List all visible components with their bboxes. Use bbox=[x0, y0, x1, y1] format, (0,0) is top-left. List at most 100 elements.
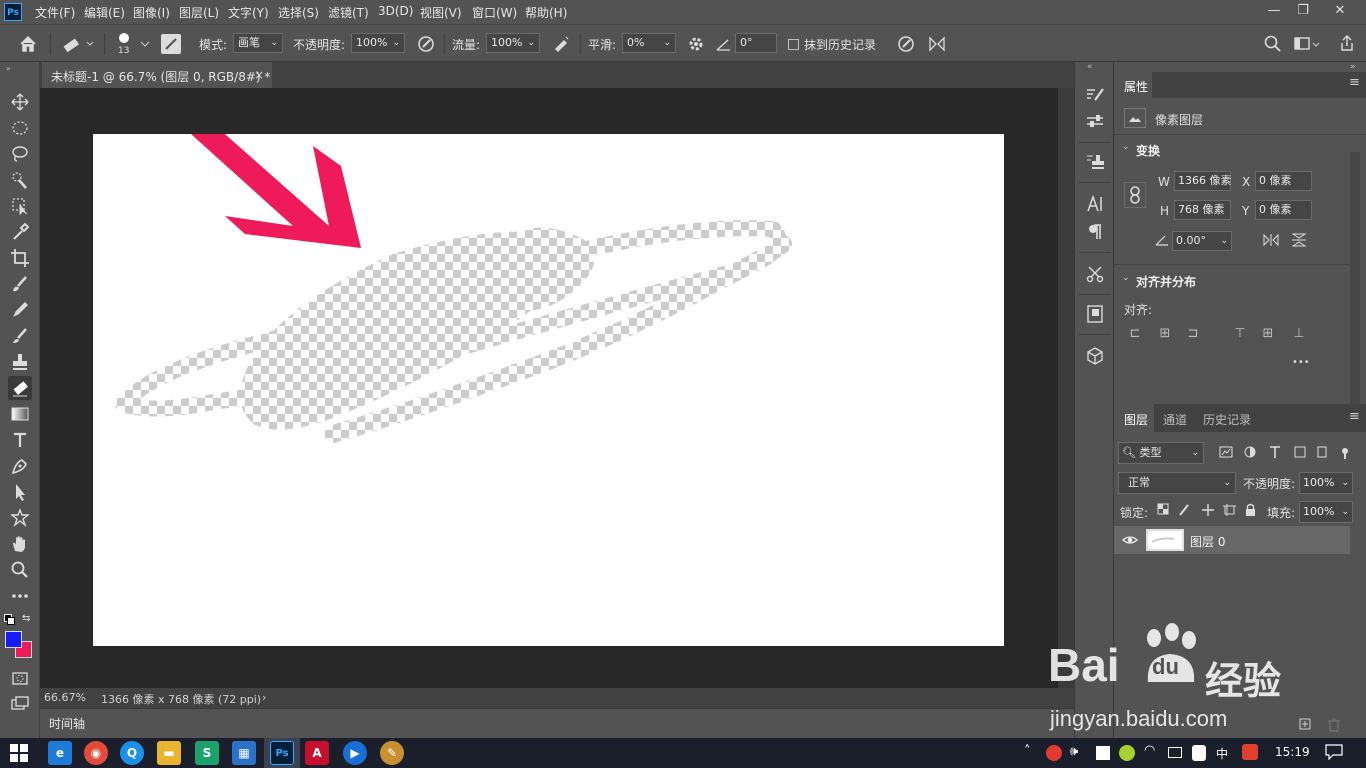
search-button[interactable] bbox=[1262, 33, 1284, 55]
menu-filter[interactable]: 滤镜(T) bbox=[328, 4, 369, 21]
lasso-tool[interactable] bbox=[8, 142, 32, 166]
mixer-brush-tool[interactable] bbox=[8, 324, 32, 348]
document-canvas[interactable] bbox=[93, 120, 1004, 646]
align-left-button[interactable]: ⊏ bbox=[1127, 326, 1143, 342]
tray-plus-icon[interactable] bbox=[1119, 745, 1135, 761]
menu-window[interactable]: 窗口(W) bbox=[472, 4, 517, 21]
layers-footer-icons[interactable] bbox=[1294, 716, 1366, 734]
menu-image[interactable]: 图像(I) bbox=[133, 4, 170, 21]
pressure-size-button[interactable] bbox=[895, 33, 917, 55]
pencil-tool[interactable] bbox=[8, 298, 32, 322]
fill-input[interactable]: 100% ⌄ bbox=[1299, 501, 1353, 523]
smoothing-options-button[interactable] bbox=[685, 33, 707, 55]
align-center-h-button[interactable]: ⊞ bbox=[1157, 326, 1173, 342]
media-player-icon[interactable]: ▶ bbox=[343, 741, 367, 765]
control-panel-icon[interactable]: ▦ bbox=[232, 741, 256, 765]
menu-help[interactable]: 帮助(H) bbox=[525, 4, 567, 21]
tray-wifi-icon[interactable]: ◠ bbox=[1144, 743, 1155, 758]
smoothing-input[interactable]: 0% ⌄ bbox=[622, 33, 676, 53]
action-center-button[interactable] bbox=[1325, 744, 1343, 761]
height-input[interactable]: 768 像素 bbox=[1174, 200, 1231, 220]
status-menu-arrow[interactable]: › bbox=[262, 691, 266, 704]
flip-vertical-button[interactable] bbox=[1290, 232, 1308, 248]
menu-file[interactable]: 文件(F) bbox=[35, 4, 75, 21]
collapse-panels-icon[interactable]: » bbox=[1350, 62, 1356, 72]
share-button[interactable] bbox=[1336, 33, 1358, 55]
tray-volume-icon[interactable]: 🕪︎ bbox=[1070, 744, 1078, 759]
menu-type[interactable]: 文字(Y) bbox=[228, 4, 269, 21]
acrobat-icon[interactable]: A bbox=[305, 741, 329, 765]
vertical-scrollbar[interactable] bbox=[1058, 88, 1074, 688]
expand-dock-icon[interactable]: « bbox=[1087, 62, 1093, 72]
home-button[interactable] bbox=[16, 33, 40, 55]
channels-tab[interactable]: 通道 bbox=[1163, 411, 1187, 428]
link-dimensions-button[interactable] bbox=[1124, 182, 1146, 208]
move-tool[interactable] bbox=[8, 90, 32, 114]
layer-row[interactable]: 图层 0 bbox=[1114, 526, 1350, 554]
3d-button[interactable] bbox=[1083, 344, 1107, 368]
brush-tool[interactable] bbox=[8, 272, 32, 296]
tool-preset-picker[interactable] bbox=[60, 33, 96, 55]
app-icon[interactable]: ✎ bbox=[380, 741, 404, 765]
edit-toolbar-button[interactable] bbox=[8, 584, 32, 608]
wps-spreadsheet-icon[interactable]: S bbox=[195, 741, 219, 765]
layers-panel-menu-icon[interactable]: ≡ bbox=[1349, 409, 1360, 424]
taskbar-active-photoshop[interactable]: Ps bbox=[264, 738, 300, 768]
workspace-button[interactable] bbox=[1292, 33, 1322, 55]
eraser-tool[interactable] bbox=[8, 376, 32, 400]
quick-mask-button[interactable] bbox=[8, 666, 32, 690]
taskbar-clock[interactable]: 15:19 bbox=[1275, 745, 1310, 759]
blend-mode-select[interactable]: 正常 ⌄ bbox=[1118, 472, 1236, 494]
layers-tab[interactable]: 图层 bbox=[1124, 411, 1148, 428]
panel-menu-icon[interactable]: ≡ bbox=[1349, 75, 1360, 90]
windows-start-button[interactable] bbox=[10, 744, 28, 762]
foreground-color-swatch[interactable] bbox=[5, 631, 22, 648]
path-selection-tool[interactable] bbox=[8, 480, 32, 504]
gradient-tool[interactable] bbox=[8, 402, 32, 426]
screen-mode-button[interactable] bbox=[8, 692, 32, 716]
properties-tab[interactable]: 属性 bbox=[1124, 78, 1148, 95]
clone-source-button[interactable] bbox=[1083, 150, 1107, 174]
flow-input[interactable]: 100% ⌄ bbox=[486, 33, 540, 53]
lock-icons[interactable] bbox=[1156, 502, 1260, 518]
properties-scrollbar[interactable] bbox=[1350, 152, 1360, 404]
restore-button[interactable]: ❐ bbox=[1289, 2, 1317, 20]
brush-settings-button[interactable] bbox=[161, 34, 181, 54]
character-button[interactable] bbox=[1083, 192, 1107, 216]
tray-battery-icon[interactable] bbox=[1168, 747, 1182, 758]
libraries-button[interactable] bbox=[1083, 302, 1107, 326]
brush-presets-button[interactable] bbox=[1083, 84, 1107, 108]
brush-angle-input[interactable]: 0° bbox=[735, 33, 777, 53]
menu-layer[interactable]: 图层(L) bbox=[179, 4, 219, 21]
default-colors-icon[interactable] bbox=[4, 614, 15, 625]
eyedropper-tool[interactable] bbox=[8, 220, 32, 244]
transform-chevron-icon[interactable]: ⌄ bbox=[1122, 142, 1130, 152]
swap-colors-icon[interactable]: ⇆ bbox=[22, 613, 30, 624]
menu-edit[interactable]: 编辑(E) bbox=[84, 4, 125, 21]
tray-input-icon[interactable] bbox=[1192, 745, 1206, 761]
minimize-button[interactable]: — bbox=[1260, 2, 1288, 20]
pen-tool[interactable] bbox=[8, 454, 32, 478]
paragraph-button[interactable] bbox=[1083, 220, 1107, 244]
tray-expand-icon[interactable]: ˄ bbox=[1024, 744, 1031, 759]
close-tab-icon[interactable]: × bbox=[254, 68, 264, 82]
adjust-brush-button[interactable] bbox=[1083, 111, 1107, 135]
align-bottom-button[interactable]: ⊥ bbox=[1291, 326, 1307, 342]
menu-view[interactable]: 视图(V) bbox=[420, 4, 462, 21]
align-right-button[interactable]: ⊐ bbox=[1185, 326, 1201, 342]
history-tab[interactable]: 历史记录 bbox=[1203, 411, 1251, 428]
zoom-tool[interactable] bbox=[8, 558, 32, 582]
zoom-level[interactable]: 66.67% bbox=[44, 691, 86, 704]
opacity-input[interactable]: 100% ⌄ bbox=[351, 33, 405, 53]
document-tab[interactable]: 未标题-1 @ 66.7% (图层 0, RGB/8#) * × bbox=[42, 62, 272, 88]
tray-ime-indicator[interactable]: 中 bbox=[1216, 745, 1228, 762]
menu-select[interactable]: 选择(S) bbox=[278, 4, 319, 21]
object-selection-tool[interactable] bbox=[8, 194, 32, 218]
visibility-eye-icon[interactable] bbox=[1122, 532, 1138, 548]
mode-select[interactable]: 画笔 ⌄ bbox=[233, 33, 283, 53]
quick-selection-tool[interactable] bbox=[8, 168, 32, 192]
close-window-button[interactable]: ✕ bbox=[1326, 2, 1354, 20]
type-tool[interactable] bbox=[8, 428, 32, 452]
align-distribute-header[interactable]: 对齐并分布 bbox=[1136, 273, 1196, 290]
symmetry-button[interactable] bbox=[926, 33, 948, 55]
